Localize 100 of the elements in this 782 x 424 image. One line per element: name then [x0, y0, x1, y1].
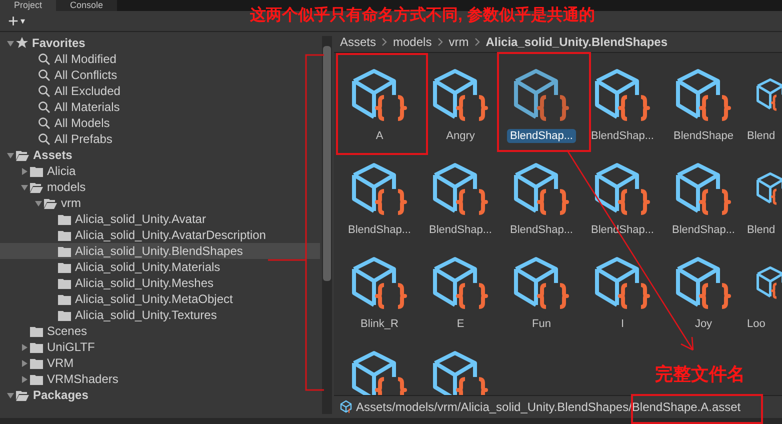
tree-item[interactable]: All Modified — [0, 51, 320, 67]
asset-item[interactable]: BlendShap... — [501, 153, 582, 247]
tree-item[interactable]: All Prefabs — [0, 131, 320, 147]
tree-item[interactable]: Scenes — [0, 323, 320, 339]
collapse-arrow-icon[interactable] — [20, 184, 28, 190]
asset-item[interactable]: BlendShap... — [663, 153, 744, 247]
expand-arrow-icon[interactable] — [20, 360, 28, 366]
open-folder-icon — [16, 150, 29, 160]
asset-name: BlendShap... — [347, 223, 412, 237]
asset-item[interactable]: Fun — [501, 247, 582, 341]
search-icon — [38, 69, 50, 81]
search-icon — [38, 85, 50, 97]
tree-item[interactable]: Alicia_solid_Unity.Meshes — [0, 275, 320, 291]
breadcrumb-item[interactable]: models — [393, 35, 432, 49]
folder-icon — [58, 310, 71, 320]
tree-item[interactable]: VRMShaders — [0, 371, 320, 387]
tree-item[interactable]: models — [0, 179, 320, 195]
panel-tab[interactable]: Project — [0, 0, 56, 11]
tree-item[interactable]: Alicia_solid_Unity.Textures — [0, 307, 320, 323]
expand-arrow-icon[interactable] — [20, 376, 28, 382]
chevron-icon — [438, 38, 443, 46]
asset-item[interactable]: Angry — [420, 59, 501, 153]
asset-icon — [340, 400, 354, 414]
tree-item[interactable]: Assets — [0, 147, 320, 163]
tree-item[interactable]: Alicia_solid_Unity.Avatar — [0, 211, 320, 227]
folder-icon — [30, 166, 43, 176]
tree-item[interactable]: Favorites — [0, 35, 320, 51]
asset-item[interactable]: Blend — [744, 59, 782, 153]
star-icon — [16, 37, 28, 49]
chevron-icon — [382, 38, 388, 46]
tree-item[interactable]: VRM — [0, 355, 320, 371]
expand-arrow-icon[interactable] — [20, 168, 28, 174]
tree-item[interactable]: vrm — [0, 195, 320, 211]
tree-item[interactable]: Alicia_solid_Unity.AvatarDescription — [0, 227, 320, 243]
asset-name: Fun — [531, 317, 552, 331]
asset-item[interactable]: A — [339, 59, 420, 153]
collapse-arrow-icon[interactable] — [6, 40, 14, 46]
asset-name: A — [374, 129, 384, 143]
asset-item[interactable]: Joy — [663, 247, 744, 341]
tree-item[interactable]: Packages — [0, 387, 320, 403]
folder-icon — [30, 342, 43, 352]
asset-item[interactable]: BlendShap... — [339, 153, 420, 247]
collapse-arrow-icon[interactable] — [6, 152, 14, 158]
folder-icon — [58, 230, 71, 240]
open-folder-icon — [44, 198, 57, 208]
breadcrumb-item[interactable]: Alicia_solid_Unity.BlendShapes — [486, 35, 668, 49]
asset-name: BlendShap... — [507, 129, 576, 143]
tree-item[interactable]: All Conflicts — [0, 67, 320, 83]
folder-icon — [58, 214, 71, 224]
asset-name: E — [456, 317, 466, 331]
asset-item[interactable]: Blend — [744, 153, 782, 247]
asset-name: Joy — [694, 317, 714, 331]
asset-name: BlendShap... — [671, 223, 736, 237]
search-icon — [38, 133, 50, 145]
breadcrumb-item[interactable]: vrm — [448, 35, 469, 49]
open-folder-icon — [30, 182, 43, 192]
tree-item[interactable]: UniGLTF — [0, 339, 320, 355]
asset-item[interactable]: Loo — [744, 247, 782, 341]
asset-item[interactable]: I — [582, 247, 663, 341]
asset-name: BlendShap... — [590, 129, 655, 143]
asset-name: Loo — [746, 317, 766, 331]
annotation-label: 完整文件名 — [655, 363, 745, 386]
tree-item[interactable]: All Materials — [0, 99, 320, 115]
tree-item[interactable]: Alicia — [0, 163, 320, 179]
tree-item[interactable]: Alicia_solid_Unity.MetaObject — [0, 291, 320, 307]
asset-item[interactable]: E — [420, 247, 501, 341]
panel-tab[interactable]: Console — [56, 0, 118, 11]
asset-item[interactable]: Blink_R — [339, 247, 420, 341]
collapse-arrow-icon[interactable] — [6, 392, 14, 398]
folder-icon — [58, 246, 71, 256]
asset-name: Blend — [746, 129, 776, 143]
folder-icon — [58, 294, 71, 304]
folder-icon — [30, 326, 43, 336]
tree-item[interactable]: All Models — [0, 115, 320, 131]
asset-name: BlendShape — [672, 129, 734, 143]
tree-item[interactable]: Alicia_solid_Unity.Materials — [0, 259, 320, 275]
asset-name: BlendShap... — [428, 223, 493, 237]
expand-arrow-icon[interactable] — [20, 344, 28, 350]
folder-icon — [58, 278, 71, 288]
open-folder-icon — [16, 390, 29, 400]
annotation-note: 这两个似乎只有命名方式不同, 参数似乎是共通的 — [250, 5, 595, 26]
folder-icon — [30, 374, 43, 384]
scrollbar[interactable] — [322, 36, 332, 414]
search-icon — [38, 117, 50, 129]
collapse-arrow-icon[interactable] — [34, 200, 42, 206]
breadcrumb-item[interactable]: Assets — [340, 35, 376, 49]
tree-item[interactable]: Alicia_solid_Unity.BlendShapes — [0, 243, 320, 259]
asset-item[interactable]: BlendShap... — [501, 59, 582, 153]
search-icon — [38, 101, 50, 113]
asset-name: Angry — [445, 129, 476, 143]
asset-name: I — [620, 317, 626, 331]
chevron-icon — [474, 38, 480, 46]
folder-icon — [30, 358, 43, 368]
asset-item[interactable]: BlendShap... — [582, 59, 663, 153]
folder-icon — [58, 262, 71, 272]
asset-item[interactable]: BlendShap... — [420, 153, 501, 247]
asset-name: Blink_R — [360, 317, 400, 331]
asset-item[interactable]: BlendShape — [663, 59, 744, 153]
tree-item[interactable]: All Excluded — [0, 83, 320, 99]
add-button[interactable]: +▾ — [8, 12, 26, 30]
